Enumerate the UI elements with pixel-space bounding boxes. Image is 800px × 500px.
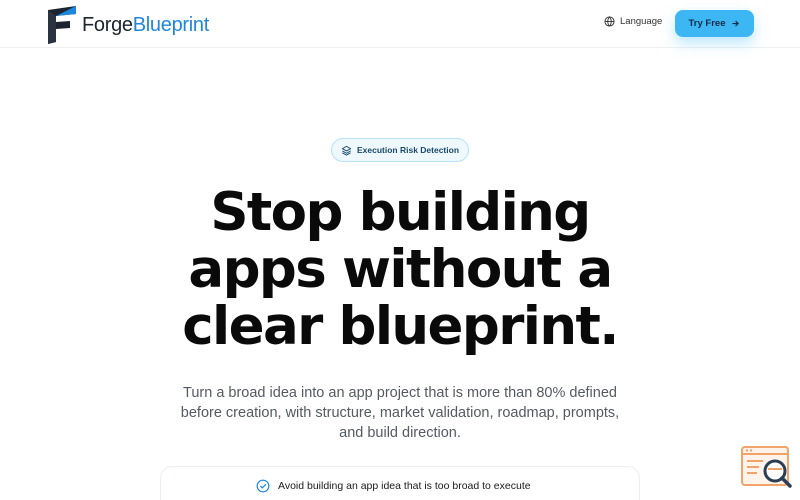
hero-headline: Stop building apps without a clear bluep… bbox=[150, 184, 650, 355]
check-circle-icon bbox=[256, 479, 270, 493]
logo-mark-icon bbox=[48, 6, 76, 44]
feature-item-label: Avoid building an app idea that is too b… bbox=[278, 480, 531, 492]
search-window-widget[interactable] bbox=[741, 445, 793, 489]
feature-card: Avoid building an app idea that is too b… bbox=[160, 466, 640, 500]
site-header: ForgeBlueprint Language Try Free bbox=[0, 0, 800, 48]
hero-badge: Execution Risk Detection bbox=[331, 138, 469, 162]
logo-text-forge: Forge bbox=[82, 14, 133, 36]
layers-icon bbox=[341, 145, 352, 156]
language-selector[interactable]: Language bbox=[604, 16, 662, 27]
logo[interactable]: ForgeBlueprint bbox=[46, 4, 209, 44]
hero-subtext-line: before creation, with structure, market … bbox=[180, 405, 620, 421]
logo-text: ForgeBlueprint bbox=[82, 15, 209, 35]
logo-text-blueprint: Blueprint bbox=[132, 14, 210, 36]
hero-headline-line: Stop building bbox=[210, 182, 591, 243]
try-free-label: Try Free bbox=[688, 18, 726, 29]
hero-subtext: Turn a broad idea into an app project th… bbox=[150, 383, 650, 443]
hero-subtext-line: and build direction. bbox=[339, 425, 461, 441]
hero-headline-line: apps without a bbox=[188, 239, 613, 300]
feature-item: Avoid building an app idea that is too b… bbox=[256, 479, 531, 493]
hero-badge-label: Execution Risk Detection bbox=[356, 145, 460, 155]
search-window-icon bbox=[741, 446, 792, 488]
hero-headline-line: clear blueprint. bbox=[182, 296, 619, 357]
globe-icon bbox=[604, 16, 615, 27]
try-free-button[interactable]: Try Free bbox=[675, 10, 754, 37]
hero-subtext-line: Turn a broad idea into an app project th… bbox=[183, 385, 617, 401]
arrow-right-icon bbox=[732, 20, 740, 27]
language-label: Language bbox=[620, 16, 663, 27]
